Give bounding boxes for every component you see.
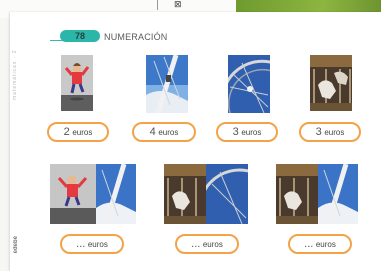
price-pill-5[interactable]: ... euros (60, 234, 124, 254)
carousel-horses-photo (310, 55, 352, 111)
carousel-horses-photo (276, 164, 318, 224)
price-unit: euros (72, 128, 93, 137)
swing-ride-photo (318, 164, 358, 224)
publisher-logo: edebé (13, 236, 19, 254)
side-running-text: matemáticas · 2 (12, 49, 18, 100)
price-value: ... (76, 238, 86, 250)
ferris-wheel-photo (206, 164, 248, 224)
price-pill-2[interactable]: 4 euros (132, 122, 196, 142)
price-pill-6[interactable]: ... euros (175, 234, 239, 254)
price-unit: euros (158, 128, 179, 137)
swing-ride-photo (96, 164, 136, 224)
price-pill-3[interactable]: 3 euros (216, 122, 278, 142)
price-pill-4[interactable]: 3 euros (299, 122, 361, 142)
swing-ride-photo (146, 55, 188, 113)
price-unit: euros (87, 240, 108, 249)
section-title: NUMERACIÓN (104, 32, 168, 42)
price-unit: euros (202, 240, 223, 249)
girl-jumping-photo (50, 164, 96, 224)
carousel-horses-photo (164, 164, 206, 224)
price-value: 3 (315, 126, 322, 138)
price-pill-1[interactable]: 2 euros (47, 122, 109, 142)
price-unit: euros (315, 240, 336, 249)
price-value: 4 (149, 126, 156, 138)
crop-mark-icon: ⊠ (174, 0, 182, 10)
ferris-wheel-photo (228, 55, 270, 113)
price-value: 2 (63, 126, 70, 138)
price-unit: euros (324, 128, 345, 137)
girl-jumping-photo (61, 55, 93, 111)
price-value: ... (191, 238, 201, 250)
page-number-badge: 78 (60, 30, 100, 42)
price-pill-7[interactable]: ... euros (288, 234, 352, 254)
price-unit: euros (241, 128, 262, 137)
price-value: ... (304, 238, 314, 250)
price-value: 3 (232, 126, 239, 138)
fold-line (157, 0, 158, 10)
